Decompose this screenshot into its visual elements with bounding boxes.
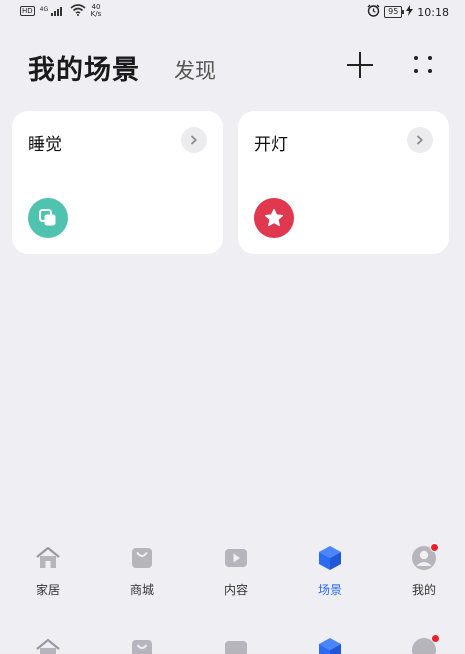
alarm-icon: [367, 4, 380, 20]
copy-icon: [28, 198, 68, 238]
charging-icon: [406, 5, 414, 19]
more-icon-dot: [414, 56, 418, 60]
nav-label: 我的: [411, 583, 436, 597]
page-title: 我的场景: [28, 55, 140, 86]
avatar-icon: [410, 543, 439, 572]
bottom-nav: 家居 商城 内容 场景 我的: [0, 543, 465, 606]
net-speed-unit: K/s: [90, 10, 102, 18]
more-options-button[interactable]: [410, 52, 436, 78]
wifi-icon: [70, 4, 86, 18]
shopping-bag-icon: [128, 544, 156, 572]
nav-item-content[interactable]: 内容: [201, 544, 271, 598]
home-icon: [34, 544, 62, 572]
scene-card-lights-on[interactable]: 开灯: [238, 111, 449, 254]
home-icon: [34, 636, 62, 654]
nav-label: 商城: [129, 583, 154, 597]
chevron-right-icon[interactable]: [181, 127, 207, 153]
nav-item-mall[interactable]: 商城: [107, 544, 177, 598]
scene-card-sleep[interactable]: 睡觉: [12, 111, 223, 254]
tab-discover[interactable]: 发现: [174, 55, 216, 85]
cube-icon: [316, 636, 344, 654]
cube-icon: [316, 544, 344, 572]
chevron-right-icon[interactable]: [407, 127, 433, 153]
bottom-nav-duplicate: [0, 634, 465, 654]
nav-label: 场景: [317, 583, 342, 597]
scene-card-title: 睡觉: [28, 135, 62, 155]
nav-label: 家居: [35, 583, 60, 597]
shopping-bag-icon: [128, 636, 156, 654]
more-icon-dot: [414, 69, 418, 73]
play-icon: [222, 544, 250, 572]
star-icon: [254, 198, 294, 238]
nav-label: 内容: [223, 583, 248, 597]
nav-item-me[interactable]: 我的: [389, 543, 459, 598]
status-right: 95 10:18: [367, 4, 449, 20]
avatar-icon: [410, 635, 439, 654]
play-icon: [222, 636, 250, 654]
network-type: 4G: [39, 5, 49, 13]
status-bar: HD 4G 40 K/s 95 10:18: [0, 0, 465, 24]
nav-item-scenes[interactable]: 场景: [295, 544, 365, 598]
status-left: HD 4G 40 K/s: [20, 4, 101, 18]
scene-card-title: 开灯: [254, 135, 288, 155]
hd-badge: HD: [20, 6, 35, 16]
notification-badge: [430, 543, 439, 552]
nav-item-home[interactable]: 家居: [13, 544, 83, 598]
clock: 10:18: [417, 5, 449, 19]
net-speed: 40 K/s: [91, 4, 102, 18]
more-icon-dot: [428, 56, 432, 60]
cellular-signal-icon: 4G: [39, 5, 65, 16]
battery-indicator: 95: [384, 6, 405, 18]
more-icon-dot: [428, 69, 432, 73]
add-scene-button[interactable]: [346, 52, 374, 80]
notification-badge: [432, 635, 439, 642]
